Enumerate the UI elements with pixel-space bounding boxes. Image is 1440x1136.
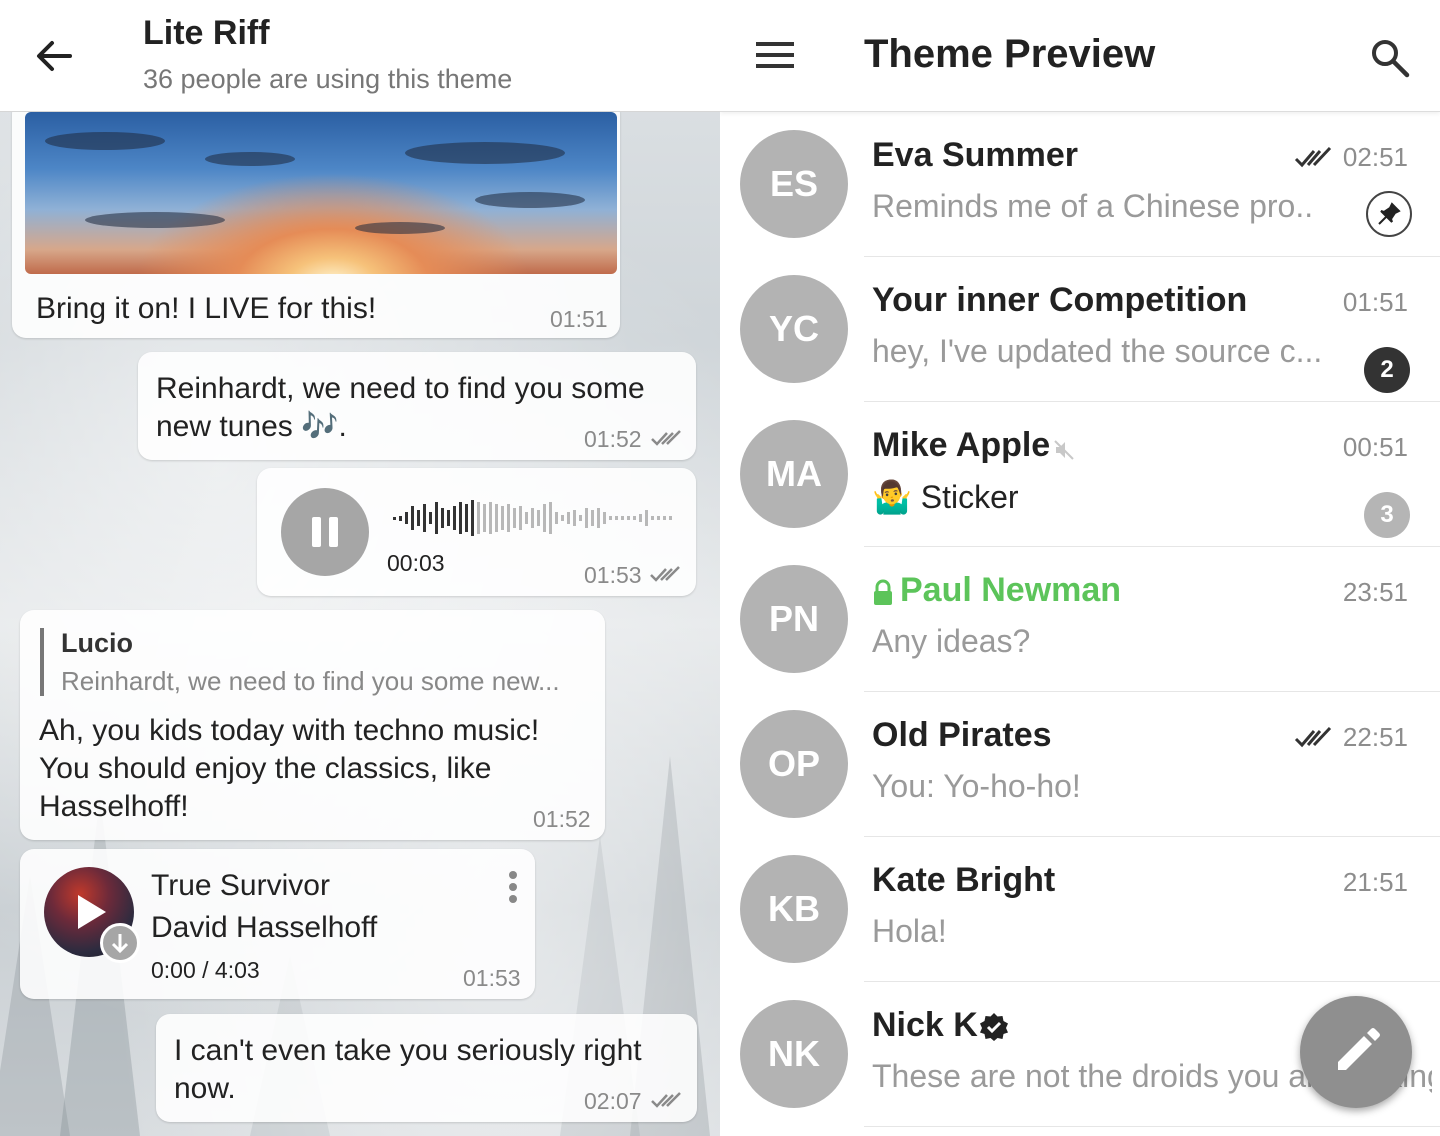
avatar[interactable]: MA: [740, 420, 848, 528]
music-title: True Survivor: [151, 869, 330, 902]
music-progress: 0:00 / 4:03: [151, 957, 260, 983]
reply-author: Lucio: [61, 628, 133, 658]
message-text: Ah, you kids today with techno music! Yo…: [39, 714, 540, 823]
chat-preview: 🤷‍♂️ Sticker: [872, 478, 1019, 516]
chat-item[interactable]: KB Kate Bright Hola! 21:51: [720, 837, 1440, 982]
message-time: 01:53: [584, 562, 642, 588]
chat-time: 23:51: [1342, 577, 1408, 607]
avatar[interactable]: OP: [740, 710, 848, 818]
outgoing-message[interactable]: Reinhardt, we need to find you some new …: [138, 352, 696, 460]
theme-subtitle: 36 people are using this theme: [143, 64, 513, 94]
pause-button[interactable]: [281, 488, 369, 576]
message-time: 01:52: [533, 806, 591, 832]
sunset-photo[interactable]: [25, 112, 617, 274]
message-time: 01:51: [550, 306, 608, 332]
mute-icon: [1054, 440, 1074, 460]
unread-badge: 3: [1364, 492, 1410, 538]
message-text: Bring it on! I LIVE for this!: [36, 292, 377, 325]
chat-preview: hey, I've updated the source c...: [872, 333, 1323, 369]
chat-name: Eva Summer: [872, 136, 1078, 174]
message-time: 01:52: [584, 426, 642, 452]
compose-button[interactable]: [1300, 996, 1412, 1108]
pause-icon: [312, 517, 338, 547]
chat-preview: Hola!: [872, 913, 947, 949]
divider: [864, 1126, 1440, 1127]
avatar[interactable]: KB: [740, 855, 848, 963]
chat-item[interactable]: MA Mike Apple 🤷‍♂️ Sticker 00:51 3: [720, 402, 1440, 547]
chat-item[interactable]: PN Paul Newman Any ideas? 23:51: [720, 547, 1440, 692]
outgoing-message[interactable]: I can't even take you seriously right no…: [156, 1014, 697, 1122]
message-time: 02:07: [584, 1088, 642, 1114]
double-check-icon: [651, 1092, 681, 1108]
chat-list-header: Theme Preview: [720, 0, 1440, 112]
lock-icon: [874, 579, 892, 605]
chat-preview: Reminds me of a Chinese pro...: [872, 188, 1312, 224]
reply-quote: Reinhardt, we need to find you some new.…: [61, 666, 560, 696]
voice-duration: 00:03: [387, 550, 445, 576]
pinned-badge: [1366, 191, 1412, 237]
unread-badge: 2: [1364, 347, 1410, 393]
voice-message[interactable]: 00:03 01:53: [257, 468, 696, 596]
chat-list-pane: Theme Preview ES Eva Summer Reminds me o…: [720, 0, 1440, 1136]
chat-time: 21:51: [1342, 867, 1408, 897]
chat-item[interactable]: ES Eva Summer Reminds me of a Chinese pr…: [720, 112, 1440, 257]
chat-time: 00:51: [1342, 432, 1408, 462]
more-vert-icon[interactable]: [500, 869, 526, 909]
back-arrow-icon[interactable]: [30, 32, 78, 80]
download-button[interactable]: [100, 923, 140, 963]
reply-message[interactable]: Lucio Reinhardt, we need to find you som…: [20, 610, 605, 840]
reply-bar: [40, 628, 44, 696]
avatar[interactable]: PN: [740, 565, 848, 673]
music-message[interactable]: True Survivor David Hasselhoff 0:00 / 4:…: [20, 849, 535, 999]
pencil-icon: [1338, 1028, 1380, 1070]
chat-name: Paul Newman: [900, 571, 1122, 609]
chat-name: Nick K: [872, 1006, 978, 1044]
avatar[interactable]: ES: [740, 130, 848, 238]
chat-name: Old Pirates: [872, 716, 1052, 754]
avatar[interactable]: YC: [740, 275, 848, 383]
double-check-icon: [1294, 726, 1332, 748]
theme-title: Lite Riff: [143, 14, 270, 52]
menu-icon[interactable]: [756, 38, 794, 72]
page-title: Theme Preview: [864, 32, 1156, 76]
chat-item[interactable]: OP Old Pirates You: Yo-ho-ho! 22:51: [720, 692, 1440, 837]
chat-time: 01:51: [1342, 287, 1408, 317]
chat-name: Mike Apple: [872, 426, 1051, 464]
chat-name: Kate Bright: [872, 861, 1056, 899]
verified-icon: [980, 1013, 1008, 1041]
chat-name: Your inner Competition: [872, 281, 1248, 319]
pin-icon: [1378, 202, 1401, 225]
music-artist: David Hasselhoff: [151, 911, 378, 944]
sticker-emoji: 🤷‍♂️: [872, 479, 912, 515]
double-check-icon: [1294, 146, 1332, 168]
chat-time: 22:51: [1342, 722, 1408, 752]
chat-preview-pane: Lite Riff 36 people are using this theme…: [0, 0, 720, 1136]
search-icon[interactable]: [1370, 38, 1410, 78]
photo-message[interactable]: Bring it on! I LIVE for this! 01:51: [12, 100, 620, 338]
chat-preview: Any ideas?: [872, 623, 1031, 659]
double-check-icon: [650, 566, 680, 582]
chat-preview: You: Yo-ho-ho!: [872, 768, 1081, 804]
double-check-icon: [651, 430, 681, 446]
chat-time: 02:51: [1342, 142, 1408, 172]
chat-item[interactable]: YC Your inner Competition hey, I've upda…: [720, 257, 1440, 402]
download-icon: [111, 934, 129, 954]
sticker-label: Sticker: [920, 479, 1019, 515]
chat-header: Lite Riff 36 people are using this theme: [0, 0, 720, 112]
message-time: 01:53: [463, 965, 521, 991]
avatar[interactable]: NK: [740, 1000, 848, 1108]
voice-waveform[interactable]: [393, 498, 675, 538]
